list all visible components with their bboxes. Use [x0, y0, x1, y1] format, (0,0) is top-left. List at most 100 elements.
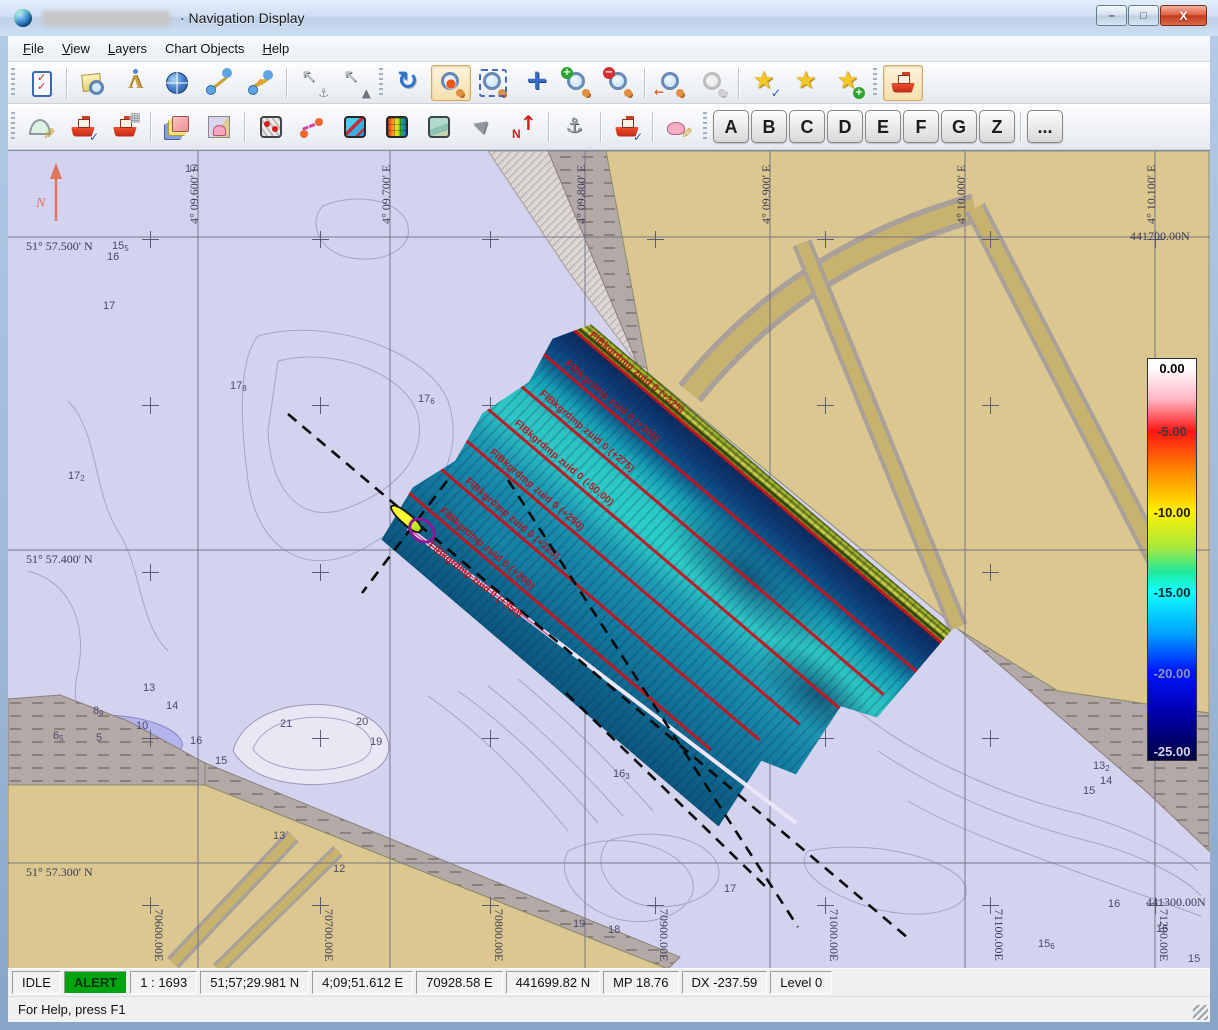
query-notes-icon — [80, 70, 106, 96]
status-scale: 1 : 1693 — [130, 971, 197, 994]
select-object-icon: ▲ — [342, 70, 368, 96]
toolbar-separator — [652, 112, 654, 142]
base-chart-button[interactable] — [419, 109, 459, 145]
route-edit-button[interactable] — [293, 109, 333, 145]
zoom-window-button[interactable] — [473, 65, 513, 101]
color-matrix-icon — [384, 114, 410, 140]
projection-globe-button[interactable] — [157, 65, 197, 101]
checklist-button[interactable] — [21, 65, 61, 101]
channel-boundary-dashed-lines — [288, 414, 908, 938]
preset-g-button[interactable]: G — [941, 110, 977, 143]
preset-d-button[interactable]: D — [827, 110, 863, 143]
zoom-previous-button[interactable]: ← — [651, 65, 691, 101]
bookmark-button[interactable] — [787, 65, 827, 101]
zoom-previous-icon: ← — [658, 70, 684, 96]
toolbar-separator — [150, 112, 152, 142]
titlebar[interactable]: · Navigation Display –□X — [0, 0, 1218, 36]
query-notes-button[interactable] — [73, 65, 113, 101]
app-window: · Navigation Display –□X FileViewLayersC… — [0, 0, 1218, 1030]
vessel-display-button[interactable] — [883, 65, 923, 101]
easting-label: 71200.00E — [1156, 909, 1171, 961]
bookmark-icon — [794, 70, 820, 96]
legend-depth-value: -20.00 — [1154, 667, 1191, 681]
zoom-target-icon: ● — [438, 70, 464, 96]
survey-vessel-icon: ▦ — [112, 114, 138, 140]
preset-e-button[interactable]: E — [865, 110, 901, 143]
longitude-label: 4° 09.600' E — [187, 165, 202, 224]
chart-lines-layer — [8, 151, 1210, 969]
preset-f-button[interactable]: F — [903, 110, 939, 143]
select-object-button[interactable]: ▲ — [335, 65, 375, 101]
status-dx: DX -237.59 — [682, 971, 768, 994]
measure-distance-button[interactable] — [199, 65, 239, 101]
toolbar-grip[interactable] — [11, 68, 15, 98]
latitude-label: 51° 57.300' N — [26, 865, 93, 880]
statusbar: IDLEALERT1 : 169351;57;29.981 N4;09;51.6… — [8, 968, 1210, 996]
menu-view[interactable]: View — [53, 38, 99, 59]
resize-grip[interactable] — [1193, 1005, 1208, 1020]
status-northing: 441699.82 N — [506, 971, 600, 994]
tracks-button[interactable] — [251, 109, 291, 145]
bookmark-add-icon: + — [836, 70, 862, 96]
depth-color-legend: 0.00-5.00-10.00-15.00-20.00-25.00 — [1147, 358, 1197, 761]
easting-label: 70700.00E — [321, 909, 336, 961]
menu-help[interactable]: Help — [253, 38, 298, 59]
compass-tool-button[interactable] — [115, 65, 155, 101]
preset-c-button[interactable]: C — [789, 110, 825, 143]
minimize-button[interactable]: – — [1096, 5, 1127, 26]
longitude-label: 4° 09.900' E — [759, 165, 774, 224]
menu-file[interactable]: File — [14, 38, 53, 59]
zoom-target-button[interactable]: ● — [431, 65, 471, 101]
toolbar-grip[interactable] — [873, 68, 877, 98]
coverage-icon — [342, 114, 368, 140]
menu-chart-objects[interactable]: Chart Objects — [156, 38, 253, 59]
compass-tool-icon — [122, 70, 148, 96]
menu-layers[interactable]: Layers — [99, 38, 156, 59]
status-mode: IDLE — [12, 971, 61, 994]
route-plan-button[interactable] — [241, 65, 281, 101]
longitude-label: 4° 10.100' E — [1144, 165, 1159, 224]
chart-display-button[interactable] — [199, 109, 239, 145]
refresh-button[interactable] — [389, 65, 429, 101]
preset-more-button[interactable]: ... — [1027, 110, 1063, 143]
latitude-label: 51° 57.500' N — [26, 239, 93, 254]
vessel-setup-button[interactable]: ✓ — [607, 109, 647, 145]
toolbar-grip[interactable] — [11, 112, 15, 142]
help-text: For Help, press F1 — [18, 1002, 126, 1017]
close-button[interactable]: X — [1160, 5, 1207, 26]
northing-label: 441700.00N — [1130, 229, 1190, 244]
redacted-app-name — [42, 11, 170, 26]
survey-vessel-button[interactable]: ▦ — [105, 109, 145, 145]
plot-measure-button[interactable] — [21, 109, 61, 145]
zoom-out-button[interactable]: − — [599, 65, 639, 101]
zoom-next-button[interactable]: → — [693, 65, 733, 101]
preset-a-button[interactable]: A — [713, 110, 749, 143]
color-matrix-button[interactable] — [377, 109, 417, 145]
select-anchor-button[interactable]: ⚓ — [293, 65, 333, 101]
pan-button[interactable] — [515, 65, 555, 101]
toolbar-grip[interactable] — [703, 112, 707, 142]
bookmark-verify-button[interactable]: ✓ — [745, 65, 785, 101]
status-longitude: 4;09;51.612 E — [312, 971, 413, 994]
zoom-in-button[interactable]: + — [557, 65, 597, 101]
route-plan-icon — [248, 70, 274, 96]
vessel-monitor-button[interactable]: ✓ — [63, 109, 103, 145]
bookmark-add-button[interactable]: + — [829, 65, 869, 101]
legend-depth-value: -15.00 — [1154, 586, 1191, 600]
anchor-watch-button[interactable] — [555, 109, 595, 145]
legend-depth-value: -10.00 — [1154, 506, 1191, 520]
coverage-button[interactable] — [335, 109, 375, 145]
preset-z-button[interactable]: Z — [979, 110, 1015, 143]
north-up-icon — [510, 114, 536, 140]
toolbar-grip[interactable] — [379, 68, 383, 98]
layers-button[interactable] — [157, 109, 197, 145]
base-chart-icon — [426, 114, 452, 140]
area-edit-button[interactable] — [659, 109, 699, 145]
preset-b-button[interactable]: B — [751, 110, 787, 143]
maximize-button[interactable]: □ — [1128, 5, 1159, 26]
follow-cursor-button[interactable] — [461, 109, 501, 145]
window-title: · Navigation Display — [180, 10, 305, 26]
north-up-button[interactable] — [503, 109, 543, 145]
status-alert: ALERT — [64, 971, 127, 994]
chart-canvas[interactable]: FlBkgrdmp zuid 0 (+325)FlBkgrdmp zuid 0 … — [8, 150, 1210, 969]
